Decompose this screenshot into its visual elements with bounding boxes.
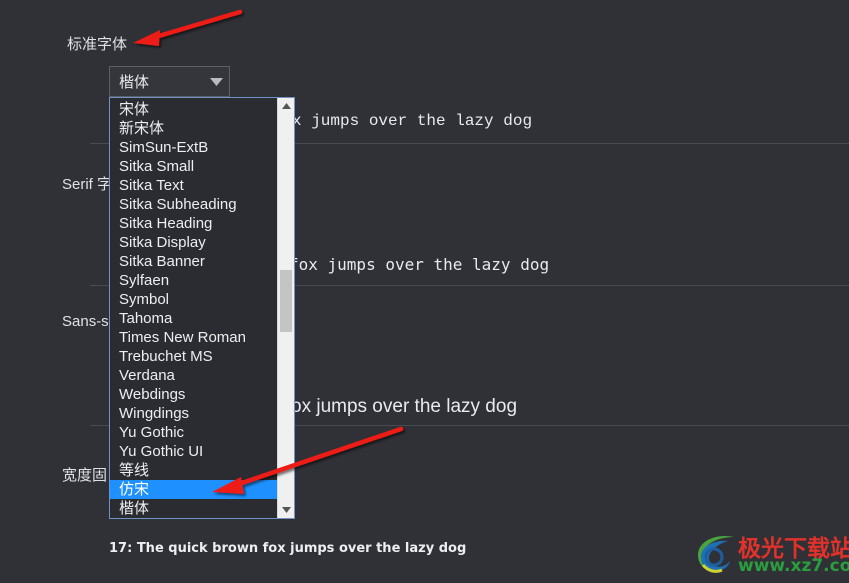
- font-option-13[interactable]: Trebuchet MS: [110, 347, 277, 366]
- font-option-9[interactable]: Sylfaen: [110, 271, 277, 290]
- font-option-6[interactable]: Sitka Heading: [110, 214, 277, 233]
- font-option-3[interactable]: Sitka Small: [110, 157, 277, 176]
- arrow-to-standard-font-label: [133, 9, 243, 46]
- font-option-18[interactable]: Yu Gothic UI: [110, 442, 277, 461]
- font-option-15[interactable]: Webdings: [110, 385, 277, 404]
- font-dropdown-list[interactable]: 宋体 新宋体 SimSun-ExtB Sitka Small Sitka Text Sit…: [109, 97, 295, 519]
- font-option-16[interactable]: Wingdings: [110, 404, 277, 423]
- fixed-width-font-label: 宽度固: [62, 467, 108, 484]
- font-option-10[interactable]: Symbol: [110, 290, 277, 309]
- watermark-logo-icon: [698, 535, 734, 573]
- font-option-4[interactable]: Sitka Text: [110, 176, 277, 195]
- font-option-1[interactable]: 新宋体: [110, 119, 277, 138]
- font-option-20[interactable]: 仿宋: [110, 480, 277, 499]
- font-option-5[interactable]: Sitka Subheading: [110, 195, 277, 214]
- font-option-17[interactable]: Yu Gothic: [110, 423, 277, 442]
- settings-page: 标准字体 Serif 字 Sans-s 宽度固 x jumps over the…: [0, 0, 849, 583]
- scroll-down-arrow-icon[interactable]: [278, 502, 294, 518]
- standard-font-sample: x jumps over the lazy dog: [292, 112, 533, 130]
- font-option-14[interactable]: Verdana: [110, 366, 277, 385]
- fixed-width-font-sample: 17: The quick brown fox jumps over the l…: [109, 541, 467, 556]
- font-option-19[interactable]: 等线: [110, 461, 277, 480]
- font-dropdown-scrollbar[interactable]: [277, 98, 294, 518]
- font-option-7[interactable]: Sitka Display: [110, 233, 277, 252]
- font-option-21[interactable]: 楷体: [110, 499, 277, 518]
- watermark: 极光下载站 www.xz7.com: [694, 529, 849, 579]
- font-option-8[interactable]: Sitka Banner: [110, 252, 277, 271]
- serif-font-sample: fox jumps over the lazy dog: [289, 255, 550, 274]
- font-option-11[interactable]: Tahoma: [110, 309, 277, 328]
- font-option-12[interactable]: Times New Roman: [110, 328, 277, 347]
- font-option-0[interactable]: 宋体: [110, 100, 277, 119]
- sans-serif-font-sample: ox jumps over the lazy dog: [291, 396, 518, 417]
- sans-serif-font-label: Sans-s: [62, 313, 109, 330]
- scrollbar-thumb[interactable]: [280, 270, 292, 332]
- serif-font-label: Serif 字: [62, 176, 113, 193]
- standard-font-label: 标准字体: [67, 36, 128, 53]
- font-select-combobox[interactable]: 楷体: [109, 66, 230, 97]
- watermark-url: www.xz7.com: [738, 556, 849, 576]
- chevron-down-icon: [203, 67, 229, 96]
- font-dropdown-items[interactable]: 宋体 新宋体 SimSun-ExtB Sitka Small Sitka Text Sit…: [110, 98, 277, 518]
- font-select-value: 楷体: [119, 74, 150, 91]
- font-option-2[interactable]: SimSun-ExtB: [110, 138, 277, 157]
- scroll-up-arrow-icon[interactable]: [278, 98, 294, 114]
